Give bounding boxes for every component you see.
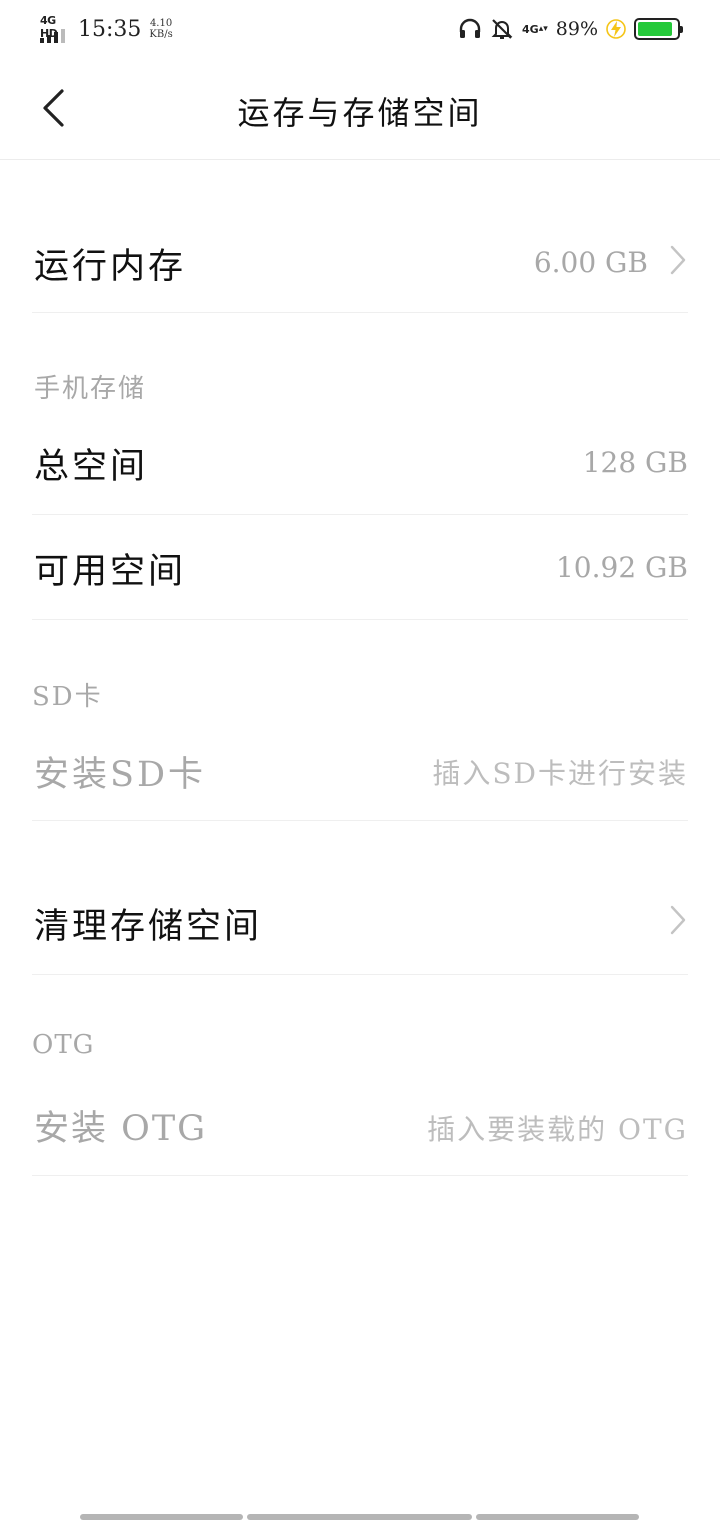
install-otg-label: 安装 OTG: [34, 1109, 208, 1149]
bell-off-icon: [490, 17, 514, 41]
battery-icon: [634, 18, 683, 40]
chevron-right-icon: [670, 245, 686, 275]
status-time: 15:35: [78, 16, 142, 42]
network-speed-unit: KB/s: [149, 29, 173, 40]
status-right: 4G ▴▾ 89%: [458, 12, 683, 46]
battery-percent: 89%: [555, 18, 598, 40]
data-arrows-icon: ▴▾: [538, 23, 548, 34]
ram-label: 运行内存: [34, 247, 187, 287]
lightning-icon: [606, 18, 626, 40]
install-sd-card-row[interactable]: 安装SD卡 插入SD卡进行安装: [32, 716, 688, 821]
total-space-label: 总空间: [34, 447, 149, 487]
install-sd-card-hint: 插入SD卡进行安装: [432, 757, 688, 790]
network-speed: 4.10 KB/s: [149, 18, 172, 40]
available-space-value: 10.92 GB: [555, 551, 688, 584]
status-left: 4G HD 15:35 4.10 KB/s: [38, 12, 173, 46]
network-speed-value: 4.10: [149, 18, 173, 29]
clean-storage-row[interactable]: 清理存储空间: [32, 868, 688, 975]
clean-storage-label: 清理存储空间: [34, 907, 263, 947]
signal-strength-icon: 4G HD: [38, 14, 72, 44]
sd-card-header: SD卡: [32, 682, 103, 712]
chevron-right-icon: [670, 905, 686, 935]
mobile-data-indicator: 4G ▴▾: [522, 24, 548, 35]
install-otg-hint: 插入要装载的 OTG: [427, 1113, 688, 1146]
otg-header: OTG: [32, 1030, 95, 1060]
gesture-bar-right[interactable]: [476, 1514, 639, 1520]
ram-value: 6.00 GB: [533, 246, 648, 279]
available-space-row: 可用空间 10.92 GB: [32, 515, 688, 620]
gesture-bar-home[interactable]: [247, 1514, 472, 1520]
battery-fill: [638, 22, 672, 36]
total-space-value: 128 GB: [582, 446, 688, 479]
navigation-bar: 运存与存储空间: [0, 58, 720, 160]
page-title: 运存与存储空间: [237, 94, 483, 132]
ram-row[interactable]: 运行内存 6.00 GB: [32, 210, 688, 313]
install-sd-card-label: 安装SD卡: [34, 755, 207, 795]
install-otg-row[interactable]: 安装 OTG 插入要装载的 OTG: [32, 1072, 688, 1176]
status-bar: 4G HD 15:35 4.10 KB/s 4G ▴▾ 89%: [0, 0, 720, 58]
phone-storage-header: 手机存储: [34, 374, 147, 404]
total-space-row: 总空间 128 GB: [32, 410, 688, 515]
gesture-bar-left[interactable]: [80, 1514, 243, 1520]
headphones-icon: [458, 17, 482, 41]
mobile-data-label: 4G: [522, 22, 539, 36]
available-space-label: 可用空间: [34, 552, 187, 592]
